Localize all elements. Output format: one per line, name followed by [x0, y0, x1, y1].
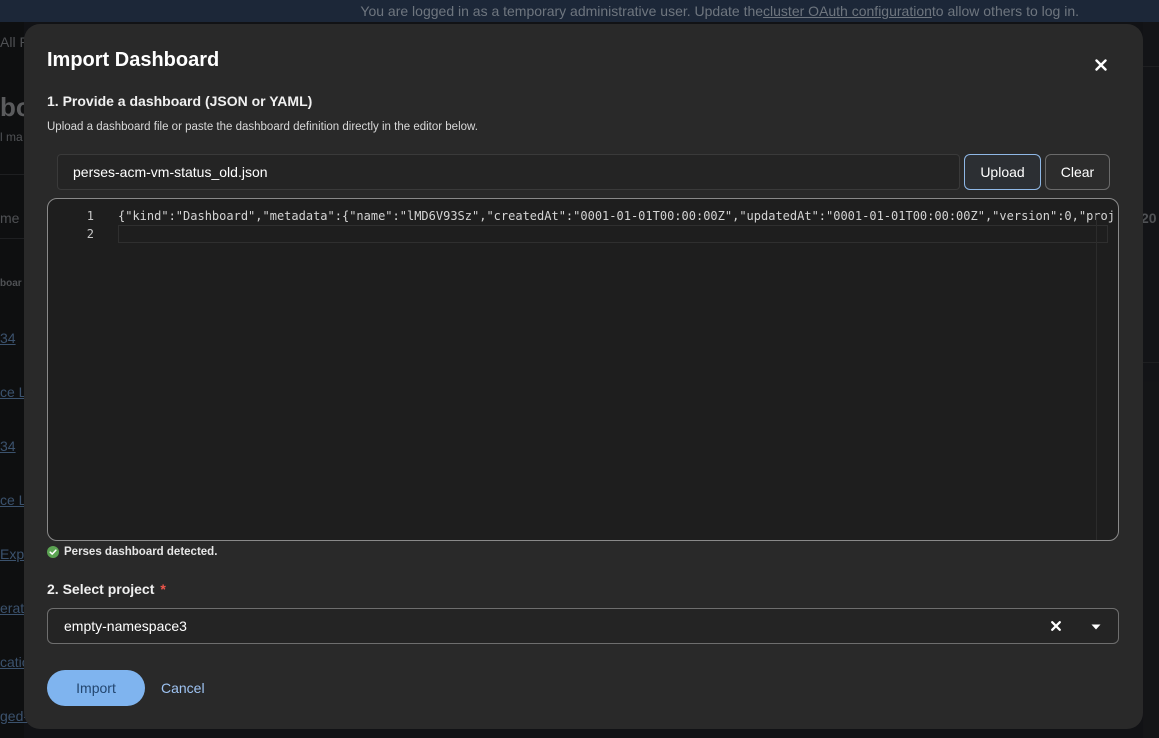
check-circle-icon — [47, 546, 59, 558]
modal-title: Import Dashboard — [47, 49, 220, 71]
project-select[interactable]: empty-namespace3 — [47, 608, 1119, 644]
import-button[interactable]: Import — [47, 670, 145, 706]
step2-title: 2. Select project * — [47, 581, 166, 597]
step2-label: 2. Select project — [47, 581, 155, 597]
close-button[interactable] — [1090, 54, 1112, 76]
close-icon — [1051, 621, 1061, 631]
dropdown-toggle[interactable] — [1088, 619, 1104, 635]
editor-scrollbar[interactable] — [1096, 215, 1111, 540]
clear-button[interactable]: Clear — [1045, 154, 1110, 190]
code-editor[interactable]: 1 2 {"kind":"Dashboard","metadata":{"nam… — [47, 198, 1119, 541]
line-number: 1 — [86, 209, 94, 223]
editor-gutter: 1 2 — [48, 199, 108, 540]
status-text: Perses dashboard detected. — [64, 546, 218, 558]
required-indicator: * — [160, 581, 166, 597]
line-number: 2 — [86, 227, 94, 241]
clear-selection-button[interactable] — [1048, 618, 1064, 634]
step1-helper: Upload a dashboard file or paste the das… — [47, 121, 478, 133]
step1-title: 1. Provide a dashboard (JSON or YAML) — [47, 93, 313, 109]
detection-status: Perses dashboard detected. — [47, 546, 217, 558]
current-line-highlight — [118, 225, 1108, 243]
import-dashboard-modal: Import Dashboard 1. Provide a dashboard … — [24, 24, 1143, 729]
close-icon — [1095, 59, 1107, 71]
project-select-value: empty-namespace3 — [64, 618, 187, 634]
code-line[interactable]: {"kind":"Dashboard","metadata":{"name":"… — [118, 209, 1115, 223]
file-name-field[interactable]: perses-acm-vm-status_old.json — [57, 154, 960, 190]
cancel-button[interactable]: Cancel — [161, 670, 205, 706]
caret-down-icon — [1091, 624, 1101, 630]
upload-button[interactable]: Upload — [964, 154, 1041, 190]
